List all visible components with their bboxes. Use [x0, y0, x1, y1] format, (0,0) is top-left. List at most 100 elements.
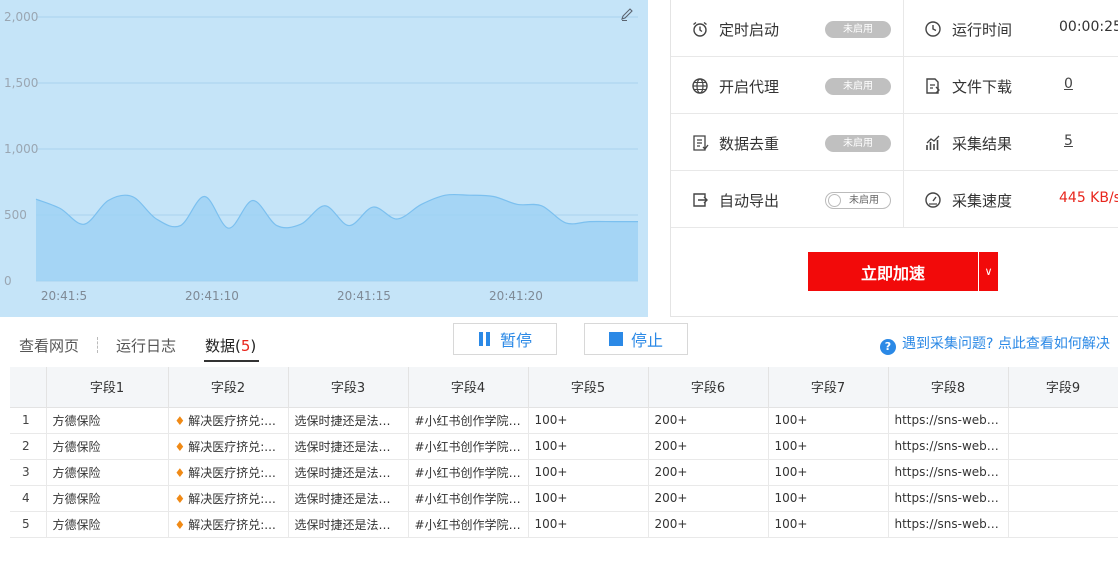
column-header[interactable]: 字段4 [408, 367, 529, 408]
results-count-link[interactable]: 5 [1064, 133, 1073, 149]
dedupe-cell: 数据去重 未启用 [671, 114, 904, 171]
table-cell[interactable]: 100+ [768, 511, 889, 538]
table-cell[interactable]: 方德保险 [46, 485, 169, 512]
auto-export-switch[interactable]: 未启用 [825, 192, 891, 209]
speed-cell: 采集速度 445 KB/s [904, 171, 1118, 228]
table-cell[interactable]: 100+ [768, 459, 889, 486]
proxy-cell: 开启代理 未启用 [671, 57, 904, 114]
fire-icon: ♦ [174, 413, 186, 428]
table-row[interactable]: 1 方德保险 ♦ 解决医疗挤兑:... 选保时捷还是法拉... #小红书创作学院#... 1… [10, 407, 1118, 434]
y-tick-label: 0 [4, 274, 12, 288]
results-label: 采集结果 [952, 135, 1013, 153]
table-cell[interactable]: ♦ 解决医疗挤兑:... [168, 433, 289, 460]
table-cell[interactable]: 200+ [648, 433, 769, 460]
table-cell[interactable]: #小红书创作学院#... [408, 485, 529, 512]
edit-pencil-icon[interactable] [619, 6, 635, 22]
auto-export-cell: 自动导出 未启用 [671, 171, 904, 228]
column-header[interactable]: 字段9 [1008, 367, 1118, 408]
cell-text: 解决医疗挤兑:... [188, 465, 276, 480]
column-header[interactable]: 字段8 [888, 367, 1009, 408]
table-cell[interactable]: 200+ [648, 407, 769, 434]
row-index-header[interactable] [10, 367, 47, 408]
column-header[interactable]: 字段6 [648, 367, 769, 408]
row-index-cell[interactable]: 2 [10, 433, 47, 460]
stop-icon [608, 332, 623, 346]
table-cell[interactable]: https://sns-webpic... [888, 433, 1009, 460]
table-cell[interactable] [1008, 485, 1118, 512]
tab-data-count: 5 [240, 337, 251, 355]
table-cell[interactable]: 方德保险 [46, 407, 169, 434]
help-link[interactable]: ? 遇到采集问题? 点此查看如何解决 [880, 333, 1110, 355]
table-cell[interactable] [1008, 459, 1118, 486]
table-cell[interactable]: 100+ [528, 485, 649, 512]
table-cell[interactable]: 选保时捷还是法拉... [288, 485, 409, 512]
table-cell[interactable]: #小红书创作学院#... [408, 433, 529, 460]
table-cell[interactable]: https://sns-webpic... [888, 459, 1009, 486]
table-cell[interactable]: 选保时捷还是法拉... [288, 407, 409, 434]
table-cell[interactable]: 100+ [528, 433, 649, 460]
stop-button[interactable]: 停止 [584, 323, 688, 355]
row-index-cell[interactable]: 5 [10, 511, 47, 538]
stats-row-2: 开启代理 未启用 文件下载 0 [671, 57, 1118, 114]
table-cell[interactable]: 选保时捷还是法拉... [288, 459, 409, 486]
table-row[interactable]: 2 方德保险 ♦ 解决医疗挤兑:... 选保时捷还是法拉... #小红书创作学院#... 1… [10, 433, 1118, 460]
table-row[interactable]: 4 方德保险 ♦ 解决医疗挤兑:... 选保时捷还是法拉... #小红书创作学院#... 1… [10, 485, 1118, 512]
table-cell[interactable] [1008, 433, 1118, 460]
table-cell[interactable]: ♦ 解决医疗挤兑:... [168, 485, 289, 512]
table-row[interactable]: 3 方德保险 ♦ 解决医疗挤兑:... 选保时捷还是法拉... #小红书创作学院#... 1… [10, 459, 1118, 486]
help-link-text: 遇到采集问题? 点此查看如何解决 [902, 336, 1110, 352]
table-cell[interactable]: 100+ [528, 459, 649, 486]
file-download-count-link[interactable]: 0 [1064, 76, 1073, 92]
table-cell[interactable]: 100+ [768, 485, 889, 512]
dedupe-label: 数据去重 [719, 135, 780, 153]
table-cell[interactable]: 100+ [528, 511, 649, 538]
row-index-cell[interactable]: 1 [10, 407, 47, 434]
table-cell[interactable]: ♦ 解决医疗挤兑:... [168, 407, 289, 434]
clock-icon [925, 21, 941, 37]
column-header[interactable]: 字段3 [288, 367, 409, 408]
tab-view-webpage[interactable]: 查看网页 [19, 335, 79, 356]
table-cell[interactable]: 方德保险 [46, 511, 169, 538]
table-row[interactable]: 5 方德保险 ♦ 解决医疗挤兑:... 选保时捷还是法拉... #小红书创作学院#... 1… [10, 511, 1118, 538]
column-header[interactable]: 字段1 [46, 367, 169, 408]
table-cell[interactable]: 选保时捷还是法拉... [288, 433, 409, 460]
table-cell[interactable]: 100+ [768, 433, 889, 460]
table-cell[interactable]: #小红书创作学院#... [408, 459, 529, 486]
accelerate-now-button[interactable]: 立即加速 [808, 252, 978, 291]
proxy-toggle[interactable]: 未启用 [825, 78, 891, 95]
switch-knob [828, 194, 841, 207]
tab-run-log[interactable]: 运行日志 [116, 335, 176, 356]
row-index-cell[interactable]: 4 [10, 485, 47, 512]
column-header[interactable]: 字段5 [528, 367, 649, 408]
speed-area-fill [36, 194, 638, 281]
table-cell[interactable]: 200+ [648, 511, 769, 538]
table-cell[interactable]: ♦ 解决医疗挤兑:... [168, 459, 289, 486]
speed-label: 采集速度 [952, 192, 1013, 210]
table-cell[interactable]: https://sns-webpic... [888, 511, 1009, 538]
column-header[interactable]: 字段7 [768, 367, 889, 408]
timer-start-toggle[interactable]: 未启用 [825, 21, 891, 38]
table-cell[interactable] [1008, 407, 1118, 434]
table-cell[interactable]: 选保时捷还是法拉... [288, 511, 409, 538]
table-cell[interactable]: 方德保险 [46, 433, 169, 460]
table-cell[interactable]: #小红书创作学院#... [408, 407, 529, 434]
proxy-label: 开启代理 [719, 78, 780, 96]
accelerate-dropdown-button[interactable]: ∨ [978, 252, 998, 291]
tab-data[interactable]: 数据(5) [205, 335, 256, 356]
table-cell[interactable] [1008, 511, 1118, 538]
column-header[interactable]: 字段2 [168, 367, 289, 408]
table-cell[interactable]: 200+ [648, 485, 769, 512]
table-cell[interactable]: https://sns-webpic... [888, 407, 1009, 434]
cell-text: 解决医疗挤兑:... [188, 491, 276, 506]
table-cell[interactable]: ♦ 解决医疗挤兑:... [168, 511, 289, 538]
table-cell[interactable]: 200+ [648, 459, 769, 486]
row-index-cell[interactable]: 3 [10, 459, 47, 486]
pause-button[interactable]: 暂停 [453, 323, 557, 355]
table-cell[interactable]: 方德保险 [46, 459, 169, 486]
table-cell[interactable]: 100+ [768, 407, 889, 434]
file-download-icon [926, 78, 940, 94]
table-cell[interactable]: https://sns-webpic... [888, 485, 1009, 512]
dedupe-toggle[interactable]: 未启用 [825, 135, 891, 152]
table-cell[interactable]: #小红书创作学院#... [408, 511, 529, 538]
table-cell[interactable]: 100+ [528, 407, 649, 434]
